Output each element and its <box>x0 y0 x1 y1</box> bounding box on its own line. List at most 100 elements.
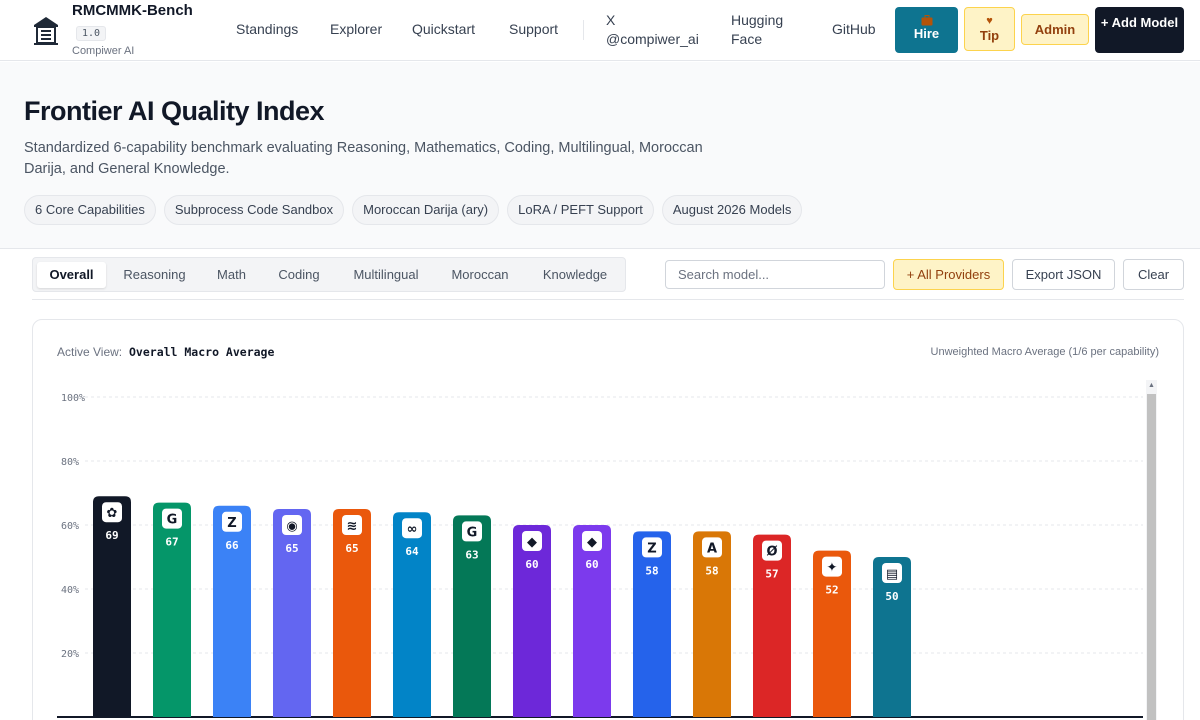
chart-bar-group[interactable]: Ø 57 <box>753 534 791 717</box>
tab-moroccan[interactable]: Moroccan <box>439 262 521 288</box>
chart-bar-group[interactable]: ✦ 52 <box>813 550 851 717</box>
chart-bar[interactable] <box>213 505 251 717</box>
y-tick-label: 80% <box>61 457 79 468</box>
tab-multilingual[interactable]: Multilingual <box>341 262 431 288</box>
nav-link-quickstart[interactable]: Quickstart <box>412 20 475 39</box>
chart-bar-group[interactable]: G 67 <box>153 502 191 717</box>
clear-button[interactable]: Clear <box>1123 259 1184 290</box>
provider-glyph: ≋ <box>347 519 358 534</box>
chart-bar-group[interactable]: ▤ 50 <box>873 557 911 717</box>
feature-chips: 6 Core Capabilities Subprocess Code Sand… <box>24 195 803 225</box>
all-providers-button[interactable]: + All Providers <box>893 259 1004 290</box>
provider-glyph: G <box>467 525 478 540</box>
hire-button[interactable]: Hire <box>895 7 958 53</box>
bar-value-label: 65 <box>285 542 298 555</box>
page-subtitle: Standardized 6-capability benchmark eval… <box>24 140 703 177</box>
chart-bar[interactable] <box>453 515 491 717</box>
add-model-button[interactable]: + Add Model <box>1095 7 1184 53</box>
heart-icon: ♥ <box>986 15 993 27</box>
provider-glyph: Z <box>227 516 236 531</box>
toolbar-divider <box>32 299 1184 300</box>
chart-bar[interactable] <box>513 525 551 717</box>
chart-bar[interactable] <box>633 531 671 717</box>
capability-tabs: Overall Reasoning Math Coding Multilingu… <box>32 257 626 292</box>
chart-bar-group[interactable]: ◆ 60 <box>513 525 551 717</box>
chart-bar-group[interactable]: Z 58 <box>633 531 671 717</box>
chart-bar-group[interactable]: ∞ 64 <box>393 512 431 717</box>
tab-math[interactable]: Math <box>205 262 258 288</box>
feature-chip: August 2026 Models <box>661 195 803 225</box>
scroll-up-arrow[interactable]: ▲ <box>1146 380 1157 392</box>
feature-chip: LoRA / PEFT Support <box>507 195 654 225</box>
tab-coding[interactable]: Coding <box>266 262 332 288</box>
bar-value-label: 64 <box>405 545 419 558</box>
nav-link-standings[interactable]: Standings <box>236 20 298 39</box>
chart-bar-group[interactable]: ◉ 65 <box>273 509 311 717</box>
y-tick-label: 40% <box>61 585 79 596</box>
chart-bar[interactable] <box>693 531 731 717</box>
search-model-input[interactable] <box>665 260 885 289</box>
y-tick-label: 20% <box>61 649 79 660</box>
chart-bar-group[interactable]: ≋ 65 <box>333 509 371 717</box>
tip-label: Tip <box>979 28 1000 43</box>
export-json-button[interactable]: Export JSON <box>1012 259 1115 290</box>
nav-link-github[interactable]: GitHub <box>832 20 876 39</box>
chart-bar-group[interactable]: Z 66 <box>213 505 251 717</box>
provider-glyph: A <box>707 541 717 556</box>
chart-bar-group[interactable]: A 58 <box>693 531 731 717</box>
feature-chip: Subprocess Code Sandbox <box>163 195 345 225</box>
feature-chip: Moroccan Darija (ary) <box>352 195 500 225</box>
provider-glyph: G <box>167 513 178 528</box>
provider-glyph: Z <box>647 541 656 556</box>
bar-value-label: 60 <box>585 558 598 571</box>
nav-link-x[interactable]: X @compiwer_ai <box>606 11 706 49</box>
y-tick-label: 100% <box>61 393 85 404</box>
tab-overall[interactable]: Overall <box>37 262 106 288</box>
chart-bar[interactable] <box>333 509 371 717</box>
provider-glyph: ▤ <box>886 567 898 582</box>
page-title: Frontier AI Quality Index <box>24 96 325 126</box>
nav-link-support[interactable]: Support <box>509 20 558 39</box>
bar-value-label: 57 <box>765 568 778 581</box>
bar-value-label: 65 <box>345 542 358 555</box>
bar-value-label: 50 <box>885 590 898 603</box>
chart-bar-group[interactable]: ✿ 69 <box>93 496 131 717</box>
overall-bar-chart: 20% 40% 60% 80% 100% ✿ 69 G 67 Z 66 ◉ 65 ≋ 65 ∞ 64 G 63 ◆ 60… <box>57 393 1143 718</box>
top-navbar: RMCMMK-Bench 1.0 Compiwer AI Standings E… <box>0 0 1200 61</box>
provider-glyph: ◆ <box>587 535 597 550</box>
briefcase-icon <box>921 15 932 26</box>
nav-link-hugging-face[interactable]: Hugging Face <box>731 11 801 49</box>
hire-label: Hire <box>913 26 940 41</box>
bar-value-label: 69 <box>105 529 118 542</box>
chart-bar[interactable] <box>753 534 791 717</box>
brand-company: Compiwer AI <box>72 45 135 57</box>
bar-value-label: 66 <box>225 539 239 552</box>
hero-section: Frontier AI Quality Index Standardized 6… <box>0 62 1200 249</box>
tab-reasoning[interactable]: Reasoning <box>114 262 195 288</box>
admin-button[interactable]: Admin <box>1021 14 1089 45</box>
version-badge: 1.0 <box>76 26 107 41</box>
bar-value-label: 67 <box>165 536 178 549</box>
nav-divider <box>583 20 584 40</box>
tab-knowledge[interactable]: Knowledge <box>530 262 620 288</box>
chart-bar[interactable] <box>573 525 611 717</box>
chart-bar-group[interactable]: ◆ 60 <box>573 525 611 717</box>
provider-glyph: ◉ <box>286 519 297 534</box>
y-tick-label: 60% <box>61 521 79 532</box>
chart-scrollbar-thumb[interactable] <box>1147 394 1156 720</box>
chart-bar-group[interactable]: G 63 <box>453 515 491 717</box>
chart-bar[interactable] <box>393 512 431 717</box>
brand-logo-icon[interactable] <box>32 14 60 46</box>
provider-glyph: ∞ <box>407 522 418 537</box>
bar-value-label: 58 <box>705 564 718 577</box>
tip-button[interactable]: ♥ Tip <box>964 7 1015 51</box>
chart-card: Active View: Overall Macro Average Unwei… <box>32 319 1184 720</box>
brand-title[interactable]: RMCMMK-Bench <box>72 2 193 19</box>
bar-value-label: 63 <box>465 548 478 561</box>
nav-link-explorer[interactable]: Explorer <box>330 20 382 39</box>
bar-value-label: 58 <box>645 564 658 577</box>
chart-bar[interactable] <box>273 509 311 717</box>
bar-value-label: 52 <box>825 584 838 597</box>
provider-glyph: Ø <box>766 545 777 560</box>
bar-value-label: 60 <box>525 558 538 571</box>
